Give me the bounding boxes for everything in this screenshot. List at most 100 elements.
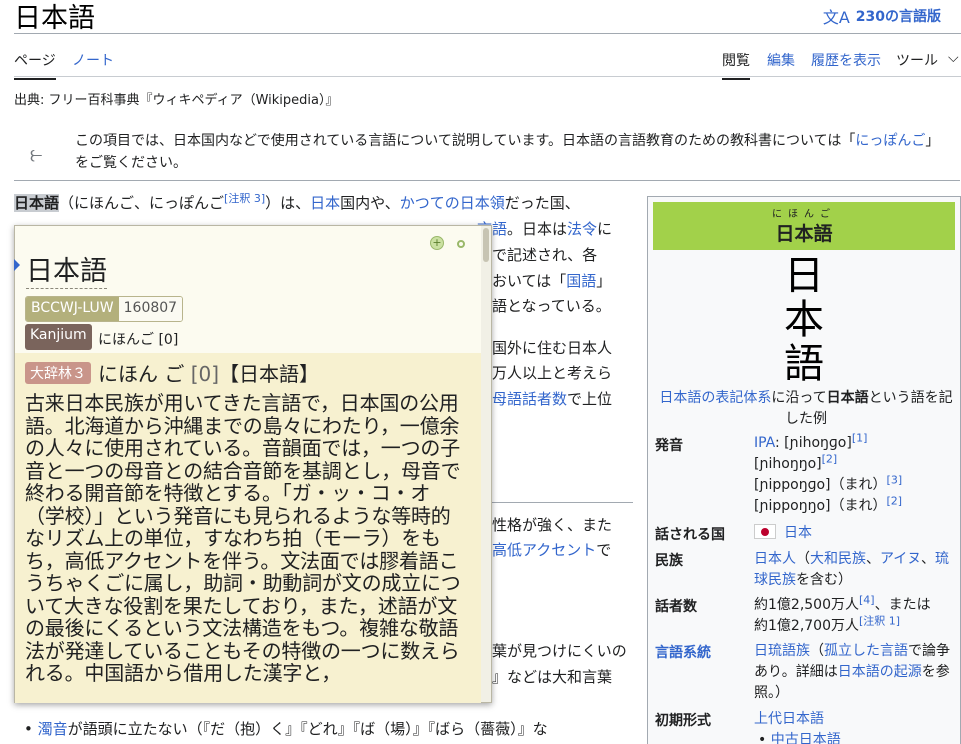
link-pitch-accent[interactable]: 高低アクセント [492,541,596,559]
japan-flag-icon [754,524,776,539]
infobox-caption: 日本語の表記体系に沿って日本語という語を記した例 [655,388,957,430]
page-title: 日本語 [14,3,95,34]
hatnote-sentence: この項目では、日本国内などで使用されている言語について説明しています。日本語の言… [75,133,856,149]
link-japanese-people[interactable]: 日本人 [754,551,796,567]
popup-scrollbar-thumb[interactable] [483,228,489,262]
calligraphy-char-3: 語 [784,341,824,387]
link-native-speakers[interactable]: 母語話者数 [492,390,567,408]
speakers-1: 約1億2,500万人 [754,597,859,613]
lead-close: ）は、 [265,194,311,212]
title-divider [14,33,961,34]
link-kokugo[interactable]: 国語 [566,272,596,290]
lead-line-1: 日本語（にほんご、にっぽんご[注釈 3]）は、日本国内や、かつての日本領だった国… [14,192,580,214]
tab-talk[interactable]: ノート [72,50,114,70]
link-isolate[interactable]: 孤立した言語 [824,643,908,659]
link-old-japanese[interactable]: 上代日本語 [754,711,824,727]
pron-3: [ɲippoŋɡo]（まれ） [754,477,887,493]
language-button[interactable]: 文A 230の言語版 [823,4,941,28]
translate-icon: 文A [822,8,850,27]
value-ethnicity: 日本人（大和民族、アイヌ、琉球民族を含む） [754,549,956,591]
entry-definition: 古来日本民族が用いてきた言語で，日本国の公用語。北海道から沖縄までの島々にわたり… [25,391,461,685]
infobox-ruby: にほんご [772,209,836,220]
headword-reading: にほん ご [98,362,185,386]
ref-4[interactable]: [2] [887,494,903,507]
value-pronunciation: IPA: [ɲihoŋɡo][1] [ɲihoŋŋo][2] [ɲippoŋɡo… [754,431,956,517]
add-note-icon[interactable]: + [430,236,444,250]
lead-mid: 国内や、 [340,194,400,212]
para-line-6: 国外に住む日本人 [492,339,613,357]
caption-a: に沿って [771,390,827,406]
calligraphy-image[interactable]: 日 本 語 [768,254,840,386]
label-speakers: 話者数 [655,599,697,615]
label-pronunciation: 発音 [655,438,683,454]
section-divider [492,502,633,503]
more-options-icon[interactable] [457,240,465,248]
lead-line-5: 語となっている。 [492,297,611,315]
link-country[interactable]: 日本 [784,525,812,541]
ref-1[interactable]: [1] [852,431,868,444]
pron-4: [ɲippoŋŋo]（まれ） [754,498,887,514]
note-ref[interactable]: [注釈 3] [224,192,265,205]
lead-line-4: おいては「国語」 [492,270,611,292]
calligraphy-char-2: 本 [784,297,824,343]
frequency-tag-value: 160807 [118,297,183,321]
para-l10-b: で [596,541,612,559]
lead-line-2: 言語。日本は法令に [477,218,612,240]
bullet-dot: • [24,720,38,738]
link-ainu[interactable]: アイヌ [880,551,921,567]
infobox-header: にほんご 日本語 [653,202,955,250]
link-yamato[interactable]: 大和民族 [810,551,866,567]
para-line-7: 万人以上と考えら [492,364,613,382]
pron-1: : [ɲihoŋɡo] [775,435,852,451]
ref-speakers-2[interactable]: [注釈 1] [859,614,900,627]
language-button-label: 230の言語版 [855,9,941,25]
bullet-item: • 濁音が語頭に立たない（『だ（抱）く』『どれ』『ば（場）』『ばら（薔薇）』な [24,718,548,740]
tools-label: ツール [896,53,938,69]
hatnote-text: この項目では、日本国内などで使用されている言語について説明しています。日本語の言… [75,130,935,174]
hatnote-link[interactable]: にっぽんご [855,133,925,149]
ref-3[interactable]: [3] [887,473,903,486]
link-japonic[interactable]: 日琉語族 [754,643,810,659]
link-language-family-label[interactable]: 言語系統 [655,645,711,661]
headword-kanji: 【日本語】 [219,362,320,386]
para-line-8: 母語話者数で上位 [492,388,612,410]
disambiguation-icon: ⥼ [30,142,43,167]
ethnic-sep-2: 、 [921,551,936,567]
tools-menu[interactable]: ツール ⌵ [896,50,959,70]
tabs-divider [14,76,961,77]
source-line: 出典: フリー百科事典『ウィキペディア（Wikipedia）』 [14,93,339,108]
speakers-2: 約1億2,700万人 [754,618,859,634]
frequency-tag: BCCWJ-LUW 160807 [25,296,184,322]
link-origin[interactable]: 日本語の起源 [838,664,922,680]
para-line-11: 葉が見つけにくいの [492,642,627,660]
frequency-tag-key: BCCWJ-LUW [26,297,119,321]
caption-bold: 日本語 [826,390,869,406]
link-dakuon[interactable]: 濁音 [38,720,68,738]
popup-term: 日本語 [26,256,107,289]
para-line-10: 高低アクセントで [492,539,611,561]
ref-speakers-1[interactable]: [4] [859,593,875,606]
lead-line-3: で記述され、各 [492,246,598,264]
tab-history[interactable]: 履歴を表示 [811,50,881,70]
lead-l2-c: に [597,220,613,238]
ref-2[interactable]: [2] [822,452,838,465]
calligraphy-char-1: 日 [784,253,824,299]
popup-scrollbar[interactable] [481,226,491,702]
link-early-middle-japanese[interactable]: 中古日本語 [771,732,841,744]
headword-accent: [0] [190,362,220,386]
value-country: 日本 [754,523,956,544]
label-ethnicity: 民族 [655,553,683,569]
link-ipa[interactable]: IPA [754,435,775,451]
value-early-form: 上代日本語 • 中古日本語 [754,709,956,744]
tab-edit[interactable]: 編集 [767,50,795,70]
link-former-territory[interactable]: かつての日本領 [400,194,505,212]
popup-pointer-icon [14,259,20,271]
label-country: 話される国 [655,527,725,543]
para-l8-b: で上位 [567,390,613,408]
lead-l4-a: おいては「 [492,272,567,290]
link-writing-system[interactable]: 日本語の表記体系 [659,390,771,406]
para-line-9: 性格が強く、また [492,516,613,534]
pitch-reading: にほんご [0] [98,332,179,348]
link-japan[interactable]: 日本 [310,194,340,212]
link-law[interactable]: 法令 [567,220,597,238]
